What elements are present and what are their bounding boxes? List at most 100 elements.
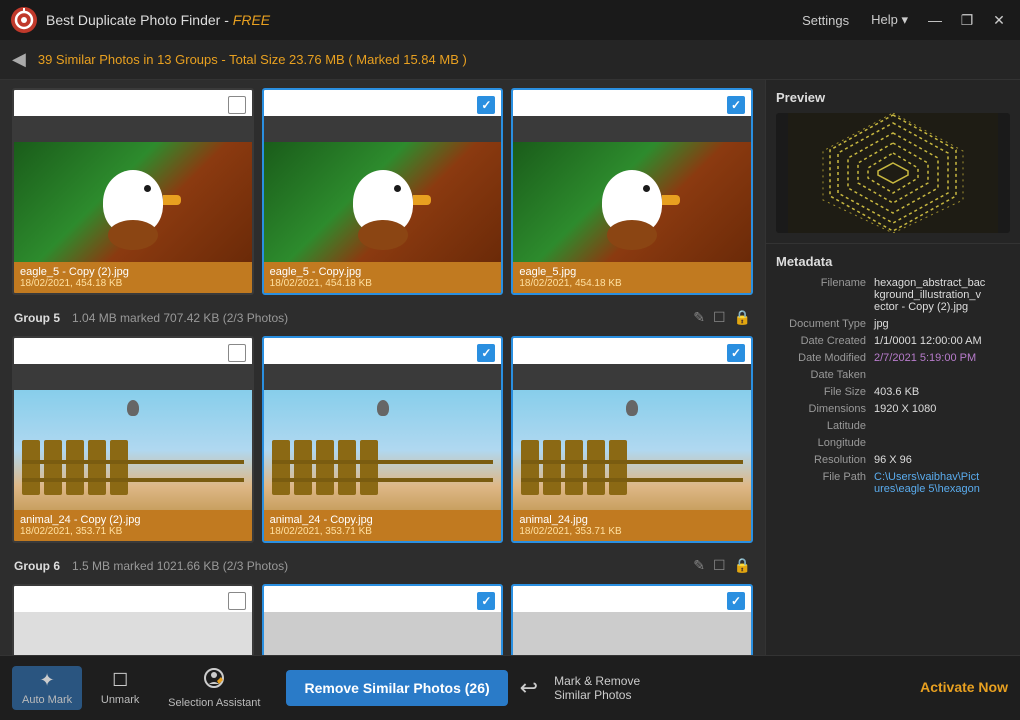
group-select-button[interactable]: ☐ — [713, 557, 726, 574]
meta-key: Date Created — [776, 335, 866, 347]
photo-meta: 18/02/2021, 454.18 KB — [20, 278, 246, 289]
checkbox-unchecked[interactable] — [228, 96, 246, 114]
photo-name: animal_24.jpg — [519, 514, 745, 526]
photo-card[interactable]: animal_24 - Copy.jpg 18/02/2021, 353.71 … — [262, 336, 504, 543]
photo-checkbox[interactable] — [727, 344, 745, 362]
meta-key: Dimensions — [776, 403, 866, 415]
photo-card[interactable]: eagle_5.jpg 18/02/2021, 454.18 KB — [511, 88, 753, 295]
meta-value-datetaken — [874, 369, 1010, 381]
group-lock-button[interactable]: 🔒 — [734, 557, 751, 574]
meta-key: Date Modified — [776, 352, 866, 364]
checkbox-unchecked[interactable] — [228, 592, 246, 610]
photo-meta: 18/02/2021, 454.18 KB — [270, 278, 496, 289]
meta-key: File Path — [776, 471, 866, 495]
meta-value-datecreated: 1/1/0001 12:00:00 AM — [874, 335, 1010, 347]
photo-card[interactable] — [12, 584, 254, 655]
unmark-tool[interactable]: ☐ Unmark — [90, 666, 150, 710]
photo-checkbox[interactable] — [228, 592, 246, 610]
main-layout: eagle_5 - Copy (2).jpg 18/02/2021, 454.1… — [0, 80, 1020, 655]
photo-checkbox[interactable] — [727, 592, 745, 610]
group-name-5: Group 5 — [14, 311, 60, 325]
photo-blank-top — [14, 90, 252, 116]
left-panel[interactable]: eagle_5 - Copy (2).jpg 18/02/2021, 454.1… — [0, 80, 765, 655]
checkbox-checked[interactable] — [477, 344, 495, 362]
group-container-5: Group 5 1.04 MB marked 707.42 KB (2/3 Ph… — [8, 305, 757, 543]
checkbox-checked[interactable] — [477, 592, 495, 610]
photo-image-eagle — [264, 142, 502, 262]
meta-value-resolution: 96 X 96 — [874, 454, 1010, 466]
photo-checkbox[interactable] — [228, 96, 246, 114]
back-button[interactable]: ◀ — [12, 49, 26, 70]
app-title: Best Duplicate Photo Finder - FREE — [46, 12, 270, 28]
group-info-5: 1.04 MB marked 707.42 KB (2/3 Photos) — [72, 311, 693, 325]
photo-image-bird — [264, 390, 502, 510]
photo-card[interactable]: animal_24.jpg 18/02/2021, 353.71 KB — [511, 336, 753, 543]
checkbox-checked[interactable] — [477, 96, 495, 114]
title-bar-left: Best Duplicate Photo Finder - FREE — [10, 6, 270, 34]
meta-row-longitude: Longitude — [776, 437, 1010, 449]
photo-meta: 18/02/2021, 353.71 KB — [20, 526, 246, 537]
title-bar: Best Duplicate Photo Finder - FREE Setti… — [0, 0, 1020, 40]
photo-blank-top — [14, 338, 252, 364]
settings-button[interactable]: Settings — [796, 11, 855, 30]
group-header-6: Group 6 1.5 MB marked 1021.66 KB (2/3 Ph… — [8, 553, 757, 578]
selection-assistant-tool[interactable]: Selection Assistant — [158, 663, 270, 713]
photo-card[interactable] — [511, 584, 753, 655]
photo-checkbox[interactable] — [477, 592, 495, 610]
photo-card[interactable]: eagle_5 - Copy (2).jpg 18/02/2021, 454.1… — [12, 88, 254, 295]
photo-card[interactable]: animal_24 - Copy (2).jpg 18/02/2021, 353… — [12, 336, 254, 543]
photo-info: eagle_5.jpg 18/02/2021, 454.18 KB — [513, 262, 751, 293]
group-select-button[interactable]: ☐ — [713, 309, 726, 326]
photo-blank-top — [513, 338, 751, 364]
meta-row-datecreated: Date Created 1/1/0001 12:00:00 AM — [776, 335, 1010, 347]
photo-blank-top — [264, 338, 502, 364]
maximize-button[interactable]: ❐ — [956, 9, 978, 31]
meta-key: Longitude — [776, 437, 866, 449]
meta-value-filepath[interactable]: C:\Users\vaibhav\Pictures\eagle 5\hexago… — [874, 471, 1010, 495]
arrow-icon: ↩ — [520, 675, 538, 701]
group-lock-button[interactable]: 🔒 — [734, 309, 751, 326]
group-edit-button[interactable]: ✎ — [693, 309, 705, 326]
photo-checkbox[interactable] — [477, 344, 495, 362]
close-button[interactable]: ✕ — [988, 9, 1010, 31]
group-actions-6: ✎ ☐ 🔒 — [693, 557, 751, 574]
photo-checkbox[interactable] — [727, 96, 745, 114]
meta-row-latitude: Latitude — [776, 420, 1010, 432]
minimize-button[interactable]: — — [924, 9, 946, 31]
bottom-bar: ✦ Auto Mark ☐ Unmark Selection Assistant… — [0, 655, 1020, 720]
help-button[interactable]: Help ▾ — [865, 10, 914, 30]
app-logo-icon — [10, 6, 38, 34]
meta-row-filesize: File Size 403.6 KB — [776, 386, 1010, 398]
photo-checkbox[interactable] — [228, 344, 246, 362]
preview-image — [776, 113, 1010, 233]
activate-now-button[interactable]: Activate Now — [920, 679, 1008, 695]
checkbox-checked[interactable] — [727, 344, 745, 362]
group-container-4: eagle_5 - Copy (2).jpg 18/02/2021, 454.1… — [8, 88, 757, 295]
photo-card[interactable] — [262, 584, 504, 655]
title-bar-right: Settings Help ▾ — ❐ ✕ — [796, 9, 1010, 31]
meta-row-resolution: Resolution 96 X 96 — [776, 454, 1010, 466]
photo-name: eagle_5.jpg — [519, 266, 745, 278]
meta-row-datetaken: Date Taken — [776, 369, 1010, 381]
mark-remove-line1: Mark & Remove — [554, 674, 640, 688]
right-panel: Preview Metadata — [765, 80, 1020, 655]
photo-row-6 — [8, 584, 757, 655]
meta-key: Resolution — [776, 454, 866, 466]
meta-value-doctype: jpg — [874, 318, 1010, 330]
remove-similar-photos-button[interactable]: Remove Similar Photos (26) — [286, 670, 507, 706]
group-edit-button[interactable]: ✎ — [693, 557, 705, 574]
checkbox-checked[interactable] — [727, 592, 745, 610]
group-info-6: 1.5 MB marked 1021.66 KB (2/3 Photos) — [72, 559, 693, 573]
photo-checkbox[interactable] — [477, 96, 495, 114]
metadata-title: Metadata — [776, 254, 1010, 269]
photo-info: eagle_5 - Copy (2).jpg 18/02/2021, 454.1… — [14, 262, 252, 293]
checkbox-unchecked[interactable] — [228, 344, 246, 362]
preview-section: Preview — [766, 80, 1020, 244]
meta-row-doctype: Document Type jpg — [776, 318, 1010, 330]
top-nav: ◀ 39 Similar Photos in 13 Groups - Total… — [0, 40, 1020, 80]
automark-tool[interactable]: ✦ Auto Mark — [12, 666, 82, 710]
photo-info: animal_24 - Copy.jpg 18/02/2021, 353.71 … — [264, 510, 502, 541]
checkbox-checked[interactable] — [727, 96, 745, 114]
photo-info: eagle_5 - Copy.jpg 18/02/2021, 454.18 KB — [264, 262, 502, 293]
photo-card[interactable]: eagle_5 - Copy.jpg 18/02/2021, 454.18 KB — [262, 88, 504, 295]
